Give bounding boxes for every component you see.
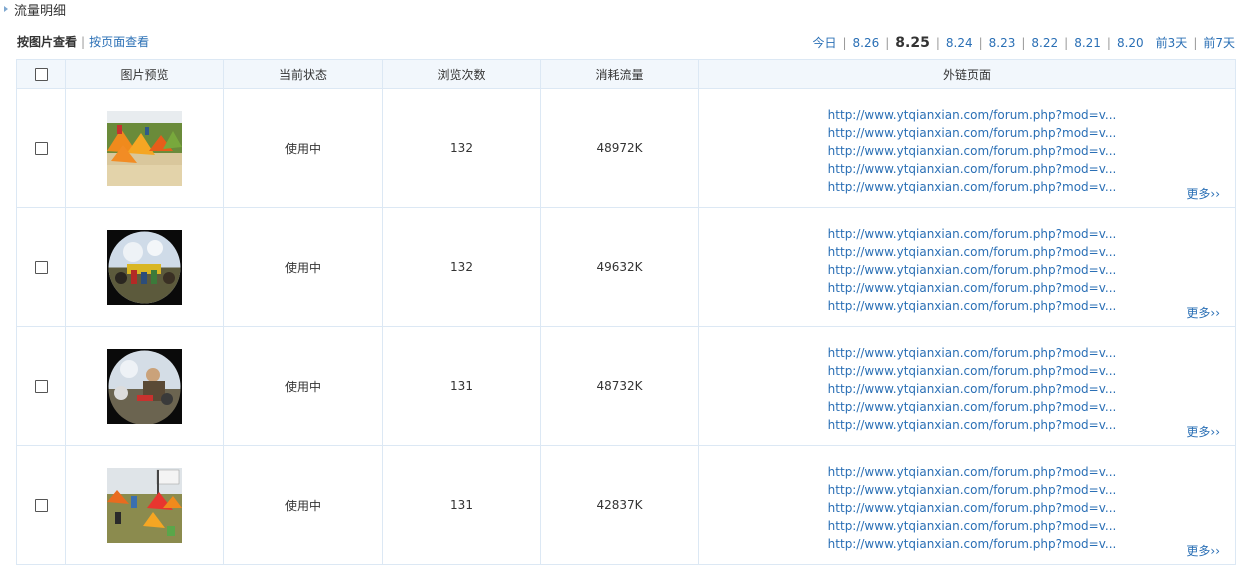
table-row: 使用中 132 48972K http://www.ytqianxian.com… — [16, 88, 1236, 208]
date-separator: | — [842, 36, 847, 50]
preview-cell — [65, 207, 224, 327]
date-prev-7-days[interactable]: 前7天 — [1203, 36, 1235, 50]
caret-right-icon — [4, 6, 8, 12]
ref-pages-cell: http://www.ytqianxian.com/forum.php?mod=… — [698, 88, 1236, 208]
date-8-21[interactable]: 8.21 — [1074, 36, 1101, 50]
preview-cell — [65, 445, 224, 565]
date-8-24[interactable]: 8.24 — [946, 36, 973, 50]
ref-page-link[interactable]: http://www.ytqianxian.com/forum.php?mod=… — [709, 398, 1235, 416]
row-select-cell — [16, 445, 66, 565]
traffic-cell: 48732K — [540, 326, 699, 446]
ref-page-link[interactable]: http://www.ytqianxian.com/forum.php?mod=… — [709, 106, 1235, 124]
ref-page-link[interactable]: http://www.ytqianxian.com/forum.php?mod=… — [709, 124, 1235, 142]
traffic-cell: 42837K — [540, 445, 699, 565]
ref-pages-cell: http://www.ytqianxian.com/forum.php?mod=… — [698, 326, 1236, 446]
traffic-cell: 49632K — [540, 207, 699, 327]
date-separator: | — [978, 36, 983, 50]
views-cell: 131 — [382, 445, 541, 565]
more-link[interactable]: 更多›› — [1186, 187, 1220, 201]
section-title: 流量明细 — [4, 3, 66, 21]
date-8-20[interactable]: 8.20 — [1117, 36, 1144, 50]
fisheye-crowd-icon[interactable] — [107, 229, 182, 305]
header-preview: 图片预览 — [65, 59, 224, 89]
date-separator: | — [1193, 36, 1198, 50]
table-header-row: 图片预览 当前状态 浏览次数 消耗流量 外链页面 — [16, 59, 1236, 89]
row-checkbox[interactable] — [34, 261, 48, 274]
table-row: 使用中 131 48732K http://www.ytqianxian.com… — [16, 326, 1236, 446]
ref-page-link[interactable]: http://www.ytqianxian.com/forum.php?mod=… — [709, 535, 1235, 553]
ref-page-link[interactable]: http://www.ytqianxian.com/forum.php?mod=… — [709, 142, 1235, 160]
date-today[interactable]: 今日 — [812, 36, 836, 50]
header-select-all — [16, 59, 66, 89]
ref-page-link[interactable]: http://www.ytqianxian.com/forum.php?mod=… — [709, 160, 1235, 178]
views-cell: 132 — [382, 88, 541, 208]
ref-page-link[interactable]: http://www.ytqianxian.com/forum.php?mod=… — [709, 344, 1235, 362]
ref-page-link[interactable]: http://www.ytqianxian.com/forum.php?mod=… — [709, 499, 1235, 517]
preview-cell — [65, 326, 224, 446]
header-ref-pages: 外链页面 — [698, 59, 1236, 89]
ref-page-link[interactable]: http://www.ytqianxian.com/forum.php?mod=… — [709, 243, 1235, 261]
tab-separator: | — [81, 35, 86, 49]
row-checkbox[interactable] — [34, 499, 48, 512]
ref-page-link[interactable]: http://www.ytqianxian.com/forum.php?mod=… — [709, 225, 1235, 243]
row-select-cell — [16, 326, 66, 446]
status-cell: 使用中 — [223, 326, 383, 446]
views-cell: 132 — [382, 207, 541, 327]
date-8-22[interactable]: 8.22 — [1031, 36, 1058, 50]
status-cell: 使用中 — [223, 445, 383, 565]
date-separator: | — [1106, 36, 1111, 50]
more-link[interactable]: 更多›› — [1186, 306, 1220, 320]
date-separator: | — [1021, 36, 1026, 50]
row-select-cell — [16, 88, 66, 208]
view-mode-tabs: 按图片查看 | 按页面查看 — [17, 33, 149, 51]
header-status: 当前状态 — [223, 59, 383, 89]
table-row: 使用中 132 49632K http://www.ytqianxian.com… — [16, 207, 1236, 327]
table-row: 使用中 131 42837K http://www.ytqianxian.com… — [16, 445, 1236, 565]
status-cell: 使用中 — [223, 207, 383, 327]
traffic-cell: 48972K — [540, 88, 699, 208]
header-traffic: 消耗流量 — [540, 59, 699, 89]
ref-page-link[interactable]: http://www.ytqianxian.com/forum.php?mod=… — [709, 380, 1235, 398]
page-title: 流量明细 — [14, 4, 67, 19]
date-separator: | — [1064, 36, 1069, 50]
ref-page-link[interactable]: http://www.ytqianxian.com/forum.php?mod=… — [709, 362, 1235, 380]
tab-by-image[interactable]: 按图片查看 — [17, 35, 77, 49]
date-8-25-selected[interactable]: 8.25 — [895, 35, 930, 51]
preview-cell — [65, 88, 224, 208]
date-separator: | — [885, 36, 890, 50]
tents-yellow-icon[interactable] — [107, 110, 182, 186]
ref-page-link[interactable]: http://www.ytqianxian.com/forum.php?mod=… — [709, 481, 1235, 499]
date-separator: | — [935, 36, 940, 50]
ref-page-link[interactable]: http://www.ytqianxian.com/forum.php?mod=… — [709, 517, 1235, 535]
ref-page-link[interactable]: http://www.ytqianxian.com/forum.php?mod=… — [709, 463, 1235, 481]
ref-pages-cell: http://www.ytqianxian.com/forum.php?mod=… — [698, 445, 1236, 565]
date-8-23[interactable]: 8.23 — [989, 36, 1016, 50]
date-8-26[interactable]: 8.26 — [853, 36, 880, 50]
select-all-checkbox[interactable] — [34, 68, 48, 81]
row-checkbox[interactable] — [34, 142, 48, 155]
ref-page-link[interactable]: http://www.ytqianxian.com/forum.php?mod=… — [709, 416, 1235, 434]
ref-page-link[interactable]: http://www.ytqianxian.com/forum.php?mod=… — [709, 279, 1235, 297]
ref-pages-cell: http://www.ytqianxian.com/forum.php?mod=… — [698, 207, 1236, 327]
status-cell: 使用中 — [223, 88, 383, 208]
traffic-table: 图片预览 当前状态 浏览次数 消耗流量 外链页面 使用中 132 48972K … — [16, 59, 1236, 565]
more-link[interactable]: 更多›› — [1186, 425, 1220, 439]
ref-page-link[interactable]: http://www.ytqianxian.com/forum.php?mod=… — [709, 297, 1235, 315]
tents-flag-icon[interactable] — [107, 467, 182, 543]
fisheye-person-icon[interactable] — [107, 348, 182, 424]
date-filter: 今日 | 8.26 | 8.25 | 8.24 | 8.23 | 8.22 | 8.21 | 8.20 前3天… — [812, 33, 1235, 53]
ref-page-link[interactable]: http://www.ytqianxian.com/forum.php?mod=… — [709, 178, 1235, 196]
views-cell: 131 — [382, 326, 541, 446]
row-checkbox[interactable] — [34, 380, 48, 393]
row-select-cell — [16, 207, 66, 327]
more-link[interactable]: 更多›› — [1186, 544, 1220, 558]
header-views: 浏览次数 — [382, 59, 541, 89]
ref-page-link[interactable]: http://www.ytqianxian.com/forum.php?mod=… — [709, 261, 1235, 279]
tab-by-page[interactable]: 按页面查看 — [89, 35, 149, 49]
date-prev-3-days[interactable]: 前3天 — [1156, 36, 1188, 50]
